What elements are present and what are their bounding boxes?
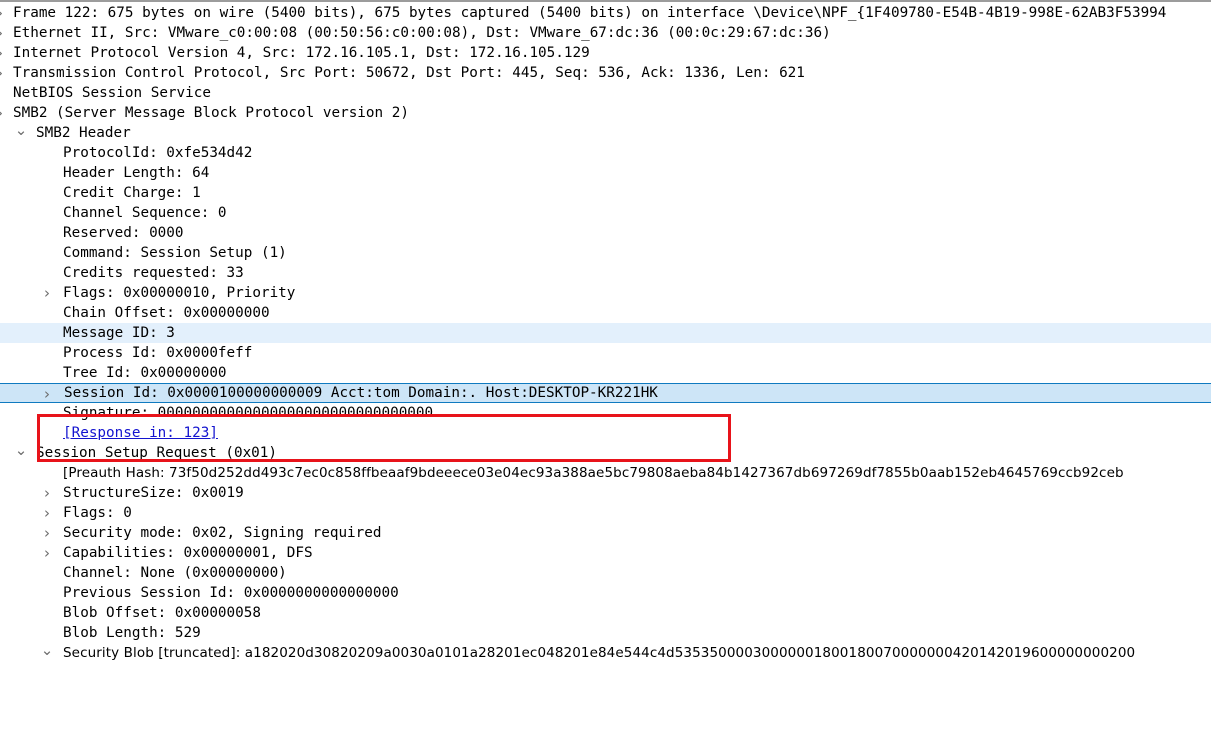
chevron-right-icon[interactable]	[40, 483, 54, 503]
tree-row-credit-charge[interactable]: Credit Charge: 1	[0, 183, 1211, 203]
tree-row-label: Ethernet II, Src: VMware_c0:00:08 (00:50…	[13, 25, 831, 41]
tree-row-smb2[interactable]: SMB2 (Server Message Block Protocol vers…	[0, 103, 1211, 123]
chevron-right-icon[interactable]	[0, 3, 7, 23]
chevron-right-icon[interactable]	[0, 63, 7, 83]
tree-row-session-setup-request[interactable]: Session Setup Request (0x01)	[0, 443, 1211, 463]
selected-field-text: Session Id: 0x0000100000000009 Acct:tom …	[64, 385, 658, 401]
chevron-right-icon[interactable]	[40, 523, 54, 543]
tree-row-flags-header[interactable]: Flags: 0x00000010, Priority	[0, 283, 1211, 303]
tree-row-label: Process Id: 0x0000feff	[63, 345, 253, 361]
tree-row-netbios[interactable]: NetBIOS Session Service	[0, 83, 1211, 103]
tree-row-label: Security Blob [truncated]: a182020d30820…	[63, 645, 1136, 661]
tree-row-label: Message ID: 3	[63, 325, 175, 341]
chevron-right-icon[interactable]	[40, 283, 54, 303]
chevron-down-icon[interactable]	[40, 643, 54, 663]
tree-row-label: Flags: 0x00000010, Priority	[63, 285, 296, 301]
tree-row-security-blob[interactable]: Security Blob [truncated]: a182020d30820…	[0, 643, 1211, 663]
chevron-right-icon[interactable]	[0, 43, 7, 63]
tree-row-reserved[interactable]: Reserved: 0000	[0, 223, 1211, 243]
chevron-right-icon[interactable]	[40, 503, 54, 523]
tree-row-frame[interactable]: Frame 122: 675 bytes on wire (5400 bits)…	[0, 3, 1211, 23]
tree-row-tree-id[interactable]: Tree Id: 0x00000000	[0, 363, 1211, 383]
tree-row-tcp[interactable]: Transmission Control Protocol, Src Port:…	[0, 63, 1211, 83]
tree-row-preauth-hash[interactable]: [Preauth Hash: 73f50d252dd493c7ec0c858ff…	[0, 463, 1211, 483]
tree-row-protocol-id[interactable]: ProtocolId: 0xfe534d42	[0, 143, 1211, 163]
tree-row-previous-session-id[interactable]: Previous Session Id: 0x0000000000000000	[0, 583, 1211, 603]
tree-row-label: Security mode: 0x02, Signing required	[63, 525, 382, 541]
tree-row-label: Command: Session Setup (1)	[63, 245, 287, 261]
tree-row-label[interactable]: [Response in: 123]	[63, 423, 218, 443]
tree-row-label: ProtocolId: 0xfe534d42	[63, 145, 253, 161]
tree-row-capabilities[interactable]: Capabilities: 0x00000001, DFS	[0, 543, 1211, 563]
tree-row-label: [Preauth Hash: 73f50d252dd493c7ec0c858ff…	[63, 465, 1124, 481]
tree-row-label: Frame 122: 675 bytes on wire (5400 bits)…	[13, 5, 1167, 21]
packet-detail-tree[interactable]: Frame 122: 675 bytes on wire (5400 bits)…	[0, 2, 1211, 663]
tree-row-label: Reserved: 0000	[63, 225, 184, 241]
tree-row-label: Internet Protocol Version 4, Src: 172.16…	[13, 45, 590, 61]
tree-row-label: Credit Charge: 1	[63, 185, 201, 201]
tree-row-label: Channel: None (0x00000000)	[63, 565, 287, 581]
tree-row-ethernet[interactable]: Ethernet II, Src: VMware_c0:00:08 (00:50…	[0, 23, 1211, 43]
tree-row-label: Blob Length: 529	[63, 625, 201, 641]
tree-row-blob-length[interactable]: Blob Length: 529	[0, 623, 1211, 643]
tree-row-label: NetBIOS Session Service	[13, 85, 211, 101]
tree-row-label: Capabilities: 0x00000001, DFS	[63, 545, 313, 561]
tree-row-label: Chain Offset: 0x00000000	[63, 305, 270, 321]
tree-row-smb2-header[interactable]: SMB2 Header	[0, 123, 1211, 143]
chevron-down-icon[interactable]	[14, 443, 28, 463]
chevron-right-icon[interactable]	[0, 103, 7, 123]
tree-row-chain-offset[interactable]: Chain Offset: 0x00000000	[0, 303, 1211, 323]
tree-row-structure-size[interactable]: StructureSize: 0x0019	[0, 483, 1211, 503]
tree-row-label: Blob Offset: 0x00000058	[63, 605, 261, 621]
tree-row-label: Session Id: 0x0000100000000009 Acct:tom …	[63, 383, 659, 403]
tree-row-header-length[interactable]: Header Length: 64	[0, 163, 1211, 183]
tree-row-label: StructureSize: 0x0019	[63, 485, 244, 501]
tree-row-label: Previous Session Id: 0x0000000000000000	[63, 585, 399, 601]
chevron-right-icon[interactable]	[40, 384, 54, 404]
tree-row-label: Header Length: 64	[63, 165, 210, 181]
tree-row-label: Transmission Control Protocol, Src Port:…	[13, 65, 805, 81]
tree-row-ipv4[interactable]: Internet Protocol Version 4, Src: 172.16…	[0, 43, 1211, 63]
tree-row-credits-requested[interactable]: Credits requested: 33	[0, 263, 1211, 283]
packet-details-pane[interactable]: Frame 122: 675 bytes on wire (5400 bits)…	[0, 0, 1211, 734]
tree-row-signature[interactable]: Signature: 00000000000000000000000000000…	[0, 403, 1211, 423]
tree-row-label: Signature: 00000000000000000000000000000…	[63, 405, 434, 421]
tree-row-channel-sequence[interactable]: Channel Sequence: 0	[0, 203, 1211, 223]
tree-row-blob-offset[interactable]: Blob Offset: 0x00000058	[0, 603, 1211, 623]
tree-row-label: Flags: 0	[63, 505, 132, 521]
tree-row-security-mode[interactable]: Security mode: 0x02, Signing required	[0, 523, 1211, 543]
tree-row-command[interactable]: Command: Session Setup (1)	[0, 243, 1211, 263]
chevron-down-icon[interactable]	[14, 123, 28, 143]
tree-row-session-id[interactable]: Session Id: 0x0000100000000009 Acct:tom …	[0, 383, 1211, 403]
tree-row-flags-request[interactable]: Flags: 0	[0, 503, 1211, 523]
tree-row-label: SMB2 (Server Message Block Protocol vers…	[13, 105, 409, 121]
tree-row-label: Channel Sequence: 0	[63, 205, 227, 221]
tree-row-label: Session Setup Request (0x01)	[36, 445, 278, 461]
tree-row-response-in[interactable]: [Response in: 123]	[0, 423, 1211, 443]
chevron-right-icon[interactable]	[40, 543, 54, 563]
tree-row-message-id[interactable]: Message ID: 3	[0, 323, 1211, 343]
tree-row-label: Credits requested: 33	[63, 265, 244, 281]
tree-row-label: SMB2 Header	[36, 125, 131, 141]
tree-row-label: Tree Id: 0x00000000	[63, 365, 227, 381]
chevron-right-icon[interactable]	[0, 23, 7, 43]
tree-row-process-id[interactable]: Process Id: 0x0000feff	[0, 343, 1211, 363]
tree-row-channel[interactable]: Channel: None (0x00000000)	[0, 563, 1211, 583]
